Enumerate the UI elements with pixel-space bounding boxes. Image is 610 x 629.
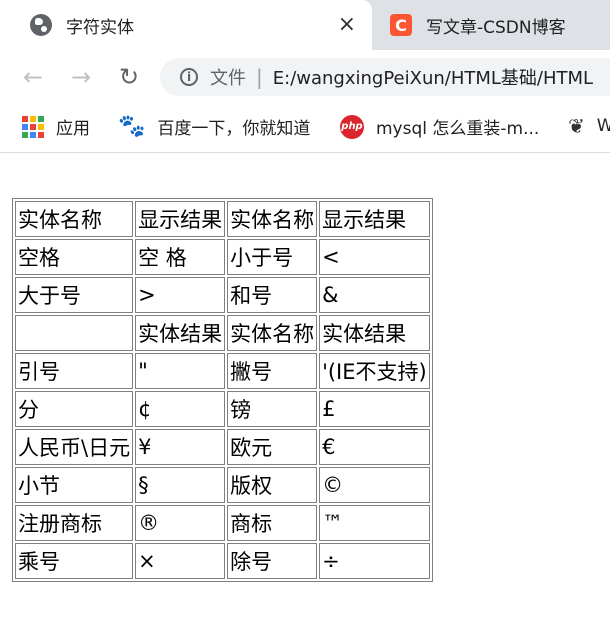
bookmark-apps[interactable]: 应用 (22, 114, 90, 139)
table-cell: 商标 (227, 505, 318, 541)
table-cell: 注册商标 (15, 505, 134, 541)
back-button[interactable]: ← (18, 62, 48, 92)
table-cell: × (135, 543, 226, 579)
tab-active[interactable]: 字符实体 × (0, 0, 372, 50)
table-cell: 显示结果 (319, 201, 430, 237)
table-cell: ¢ (135, 391, 226, 427)
bookmark-w[interactable]: ❦ W (568, 114, 610, 138)
leaf-icon: ❦ (568, 114, 585, 138)
table-cell: 实体名称 (15, 201, 134, 237)
globe-icon (30, 14, 52, 36)
table-cell: 版权 (227, 467, 318, 503)
table-cell: 引号 (15, 353, 134, 389)
table-cell: £ (319, 391, 430, 427)
browser-toolbar: ← → ↻ i 文件 | E:/wangxingPeiXun/HTML基础/HT… (0, 50, 610, 104)
table-cell: > (135, 277, 226, 313)
bookmark-label: 应用 (56, 119, 90, 139)
table-cell: 实体名称 (227, 201, 318, 237)
bookmarks-bar: 应用 🐾 百度一下，你就知道 php mysql 怎么重装-m... ❦ W (0, 104, 610, 153)
table-cell (15, 315, 134, 351)
table-row: 分 ¢ 镑 £ (15, 391, 430, 427)
table-cell: 乘号 (15, 543, 134, 579)
table-cell: 小于号 (227, 239, 318, 275)
table-row: 实体结果 实体名称 实体结果 (15, 315, 430, 351)
table-row: 大于号 > 和号 & (15, 277, 430, 313)
table-cell: 和号 (227, 277, 318, 313)
info-icon[interactable]: i (180, 68, 198, 86)
table-cell: 实体名称 (227, 315, 318, 351)
table-row: 乘号 × 除号 ÷ (15, 543, 430, 579)
table-cell: 除号 (227, 543, 318, 579)
table-cell: ® (135, 505, 226, 541)
address-bar[interactable]: i 文件 | E:/wangxingPeiXun/HTML基础/HTML (160, 58, 610, 96)
table-row: 人民币\日元 ¥ 欧元 € (15, 429, 430, 465)
table-cell: § (135, 467, 226, 503)
table-cell: & (319, 277, 430, 313)
table-cell: 欧元 (227, 429, 318, 465)
table-row: 空格空 格小于号 < (15, 239, 430, 275)
table-cell: 人民币\日元 (15, 429, 134, 465)
table-cell: " (135, 353, 226, 389)
table-cell: © (319, 467, 430, 503)
apps-grid-icon (22, 115, 44, 138)
table-cell: < (319, 239, 430, 275)
separator: | (256, 65, 263, 89)
bookmark-baidu[interactable]: 🐾 百度一下，你就知道 (118, 114, 310, 139)
bookmark-mysql[interactable]: php mysql 怎么重装-m... (340, 114, 539, 139)
table-cell: 空格 (15, 239, 134, 275)
tab-strip: 字符实体 × C 写文章-CSDN博客 (0, 0, 610, 50)
table-cell: € (319, 429, 430, 465)
reload-button[interactable]: ↻ (114, 62, 144, 92)
table-cell: 镑 (227, 391, 318, 427)
baidu-paw-icon: 🐾 (118, 114, 146, 139)
table-cell: 显示结果 (135, 201, 226, 237)
scheme-label: 文件 (210, 68, 246, 89)
php-icon: php (340, 114, 364, 139)
csdn-icon: C (390, 14, 412, 36)
entity-table: 实体名称 显示结果 实体名称 显示结果 空格空 格小于号 < 大于号 > 和号 & 实体结果 实体名称… (12, 198, 433, 582)
table-cell: 分 (15, 391, 134, 427)
url-text[interactable]: E:/wangxingPeiXun/HTML基础/HTML (273, 64, 593, 90)
table-cell: ™ (319, 505, 430, 541)
table-row: 引号 " 撇号 '(IE不支持) (15, 353, 430, 389)
table-cell: 撇号 (227, 353, 318, 389)
table-cell: 小节 (15, 467, 134, 503)
tab-title: 写文章-CSDN博客 (426, 17, 566, 38)
table-row: 实体名称 显示结果 实体名称 显示结果 (15, 201, 430, 237)
table-cell: 空 格 (135, 239, 226, 275)
table-row: 小节 § 版权 © (15, 467, 430, 503)
bookmark-label: W (596, 116, 610, 136)
bookmark-label: 百度一下，你就知道 (157, 119, 311, 139)
table-cell: 实体结果 (319, 315, 430, 351)
table-cell: '(IE不支持) (319, 353, 430, 389)
table-row: 注册商标 ® 商标 ™ (15, 505, 430, 541)
tab-inactive[interactable]: C 写文章-CSDN博客 (372, 0, 610, 50)
bookmark-label: mysql 怎么重装-m... (376, 119, 540, 139)
tab-title: 字符实体 (66, 17, 134, 38)
table-cell: 实体结果 (135, 315, 226, 351)
forward-button[interactable]: → (66, 62, 96, 92)
table-cell: ¥ (135, 429, 226, 465)
table-cell: ÷ (319, 543, 430, 579)
page-content: 实体名称 显示结果 实体名称 显示结果 空格空 格小于号 < 大于号 > 和号 & 实体结果 实体名称… (12, 198, 433, 582)
close-tab-icon[interactable]: × (338, 12, 356, 38)
table-cell: 大于号 (15, 277, 134, 313)
